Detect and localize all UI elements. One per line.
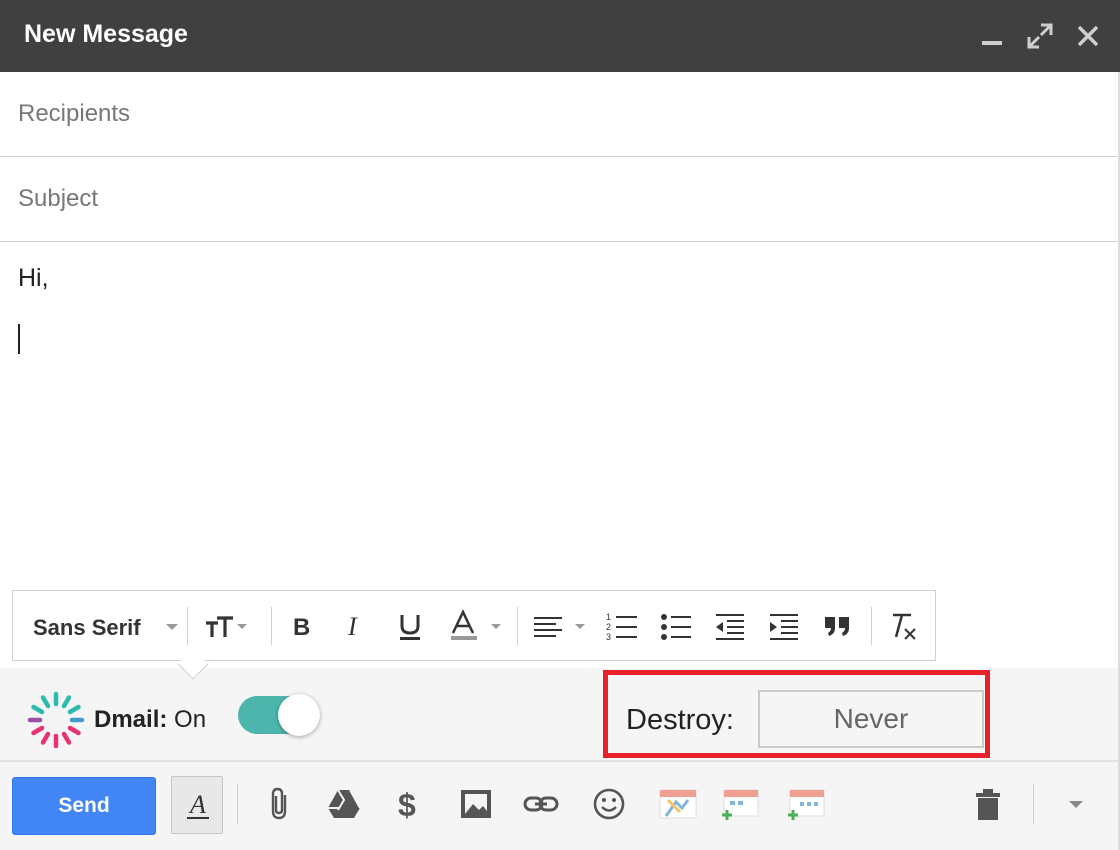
indent-more-icon[interactable] [767, 609, 801, 643]
toolbar-separator [271, 607, 272, 645]
dmail-state-label: On [174, 706, 207, 733]
dmail-logo-icon [27, 691, 85, 749]
svg-text:2: 2 [606, 622, 611, 632]
message-body[interactable]: Hi, [0, 242, 1118, 592]
action-separator [237, 784, 238, 824]
more-options-arrow-icon[interactable] [1058, 786, 1094, 822]
action-bar: Send A $ [0, 760, 1118, 850]
add-calendar-event-icon[interactable] [720, 786, 760, 822]
underline-icon[interactable] [393, 609, 427, 643]
calendar-colorful-icon[interactable] [658, 786, 698, 822]
subject-input[interactable] [0, 157, 1118, 241]
dmail-toggle[interactable] [238, 694, 322, 738]
destroy-select[interactable]: Never [758, 690, 984, 748]
text-color-icon[interactable] [447, 609, 507, 643]
font-family-value: Sans Serif [33, 615, 141, 640]
send-money-icon[interactable]: $ [392, 786, 428, 822]
toggle-knob [278, 694, 320, 736]
window-title: New Message [24, 20, 188, 48]
svg-text:B: B [293, 614, 310, 641]
dmail-bar: Dmail: On Destroy: Never [0, 668, 1118, 760]
discard-draft-icon[interactable] [970, 786, 1006, 822]
font-size-icon[interactable] [203, 609, 251, 643]
title-bar: New Message [0, 0, 1120, 72]
svg-text:A: A [188, 790, 206, 819]
destroy-value: Never [833, 703, 909, 734]
attach-file-icon[interactable] [262, 786, 298, 822]
indent-less-icon[interactable] [713, 609, 747, 643]
emoji-icon[interactable] [591, 786, 627, 822]
insert-photo-icon[interactable] [458, 786, 494, 822]
destroy-highlight: Destroy: Never [603, 670, 990, 758]
message-greeting: Hi, [18, 264, 49, 292]
dmail-status: Dmail: On [94, 706, 206, 734]
align-icon[interactable] [531, 609, 591, 643]
bulleted-list-icon[interactable] [659, 609, 693, 643]
remove-formatting-icon[interactable] [885, 609, 919, 643]
bold-icon[interactable]: B [285, 609, 319, 643]
insert-link-icon[interactable] [523, 786, 559, 822]
text-cursor [18, 324, 20, 354]
recipients-row [0, 72, 1118, 157]
expand-icon[interactable] [1022, 18, 1058, 54]
toolbar-separator [871, 607, 872, 645]
formatting-toolbar: Sans Serif B I 1 2 3 [12, 590, 936, 661]
svg-text:1: 1 [606, 612, 611, 622]
minimize-icon[interactable] [974, 18, 1010, 54]
numbered-list-icon[interactable]: 1 2 3 [605, 609, 639, 643]
dmail-brand-label: Dmail: [94, 706, 168, 733]
action-separator [1033, 784, 1034, 824]
send-button[interactable]: Send [12, 777, 156, 835]
schedule-event-icon[interactable] [786, 786, 826, 822]
subject-row [0, 157, 1118, 242]
recipients-input[interactable] [0, 72, 1118, 156]
close-icon[interactable] [1070, 18, 1106, 54]
italic-icon[interactable]: I [339, 609, 373, 643]
quote-icon[interactable] [821, 609, 855, 643]
svg-text:3: 3 [606, 632, 611, 642]
font-dropdown-arrow-icon[interactable] [155, 609, 189, 643]
google-drive-icon[interactable] [326, 786, 362, 822]
font-family-select[interactable]: Sans Serif [33, 615, 141, 641]
toolbar-separator [187, 607, 188, 645]
svg-text:$: $ [398, 787, 416, 822]
destroy-label: Destroy: [626, 704, 734, 736]
toolbar-separator [517, 607, 518, 645]
text-format-icon: A [187, 790, 209, 819]
svg-text:I: I [347, 612, 358, 641]
formatting-options-button[interactable]: A [171, 776, 223, 834]
